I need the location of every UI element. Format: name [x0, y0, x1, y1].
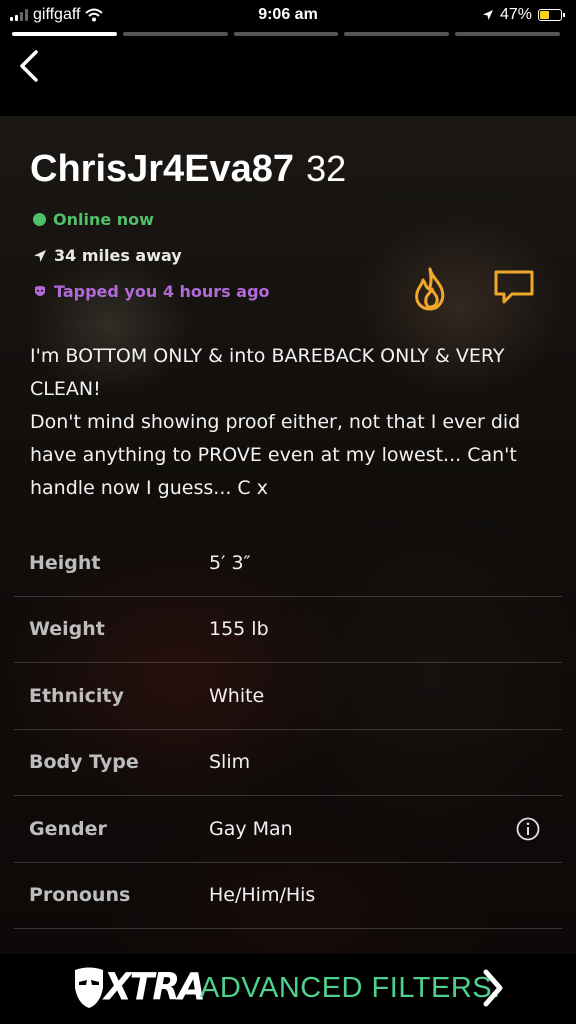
progress-segment — [122, 32, 228, 36]
attribute-row: Pronouns He/Him/His — [14, 863, 562, 929]
chevron-right-icon — [483, 969, 503, 1007]
attribute-row: Body Type Slim — [14, 730, 562, 796]
attribute-value: Slim — [209, 751, 251, 774]
progress-segment — [233, 32, 339, 36]
info-icon[interactable] — [516, 817, 540, 841]
attribute-value: White — [209, 684, 265, 707]
attribute-label: Ethnicity — [29, 684, 124, 707]
online-status: Online now — [33, 210, 154, 229]
attribute-row: Weight 155 lb — [14, 597, 562, 663]
battery-percent: 47% — [499, 6, 532, 23]
chevron-left-icon — [20, 50, 38, 82]
status-bar: giffgaff 9:06 am 47% — [0, 0, 576, 30]
attribute-label: Body Type — [29, 751, 139, 774]
profile-attributes: Height 5′ 3″ Weight 155 lb Ethnicity White Bod… — [14, 530, 562, 929]
attribute-label: Gender — [29, 817, 107, 840]
attribute-row: Gender Gay Man — [14, 796, 562, 863]
attribute-value: 5′ 3″ — [209, 551, 251, 574]
attribute-value: 155 lb — [209, 618, 269, 641]
attribute-row: Height 5′ 3″ — [14, 530, 562, 597]
distance-text: 34 miles away — [54, 246, 182, 265]
status-right: 47% — [482, 6, 565, 24]
tapped-text: Tapped you 4 hours ago — [54, 282, 270, 301]
flame-icon — [415, 267, 445, 311]
display-name: ChrisJr4Eva87 — [30, 148, 295, 190]
attribute-label: Weight — [29, 618, 105, 641]
chat-button[interactable] — [492, 268, 536, 306]
attribute-row: Ethnicity White — [14, 663, 562, 730]
tap-mask-icon — [35, 285, 45, 296]
name-line: ChrisJr4Eva87 32 — [30, 148, 346, 191]
banner-text: ADVANCED FILTERS. — [200, 972, 501, 1004]
back-button[interactable] — [14, 48, 44, 84]
attribute-value: He/Him/His — [209, 884, 316, 907]
tap-button[interactable] — [408, 266, 452, 312]
attribute-label: Height — [29, 551, 101, 574]
photo-progress-bars — [12, 32, 560, 36]
battery-level — [540, 11, 549, 19]
age: 32 — [306, 148, 347, 189]
battery-charging-icon — [538, 9, 565, 21]
distance: 34 miles away — [33, 246, 182, 265]
progress-segment — [344, 32, 450, 36]
profile-bio: I'm BOTTOM ONLY & into BAREBACK ONLY & V… — [30, 345, 521, 499]
tapped-status: Tapped you 4 hours ago — [33, 282, 270, 301]
online-status-text: Online now — [53, 210, 154, 229]
chat-bubble-icon — [494, 270, 534, 304]
grindr-mask-logo-icon — [75, 967, 103, 1008]
progress-segment — [455, 32, 560, 36]
online-dot-icon — [33, 213, 46, 226]
progress-segment — [12, 32, 117, 36]
attribute-label: Pronouns — [29, 884, 131, 907]
location-arrow-icon — [482, 10, 493, 20]
attribute-value: Gay Man — [209, 817, 293, 840]
location-arrow-icon — [34, 249, 46, 262]
xtra-brand: XTRA — [104, 965, 206, 1010]
